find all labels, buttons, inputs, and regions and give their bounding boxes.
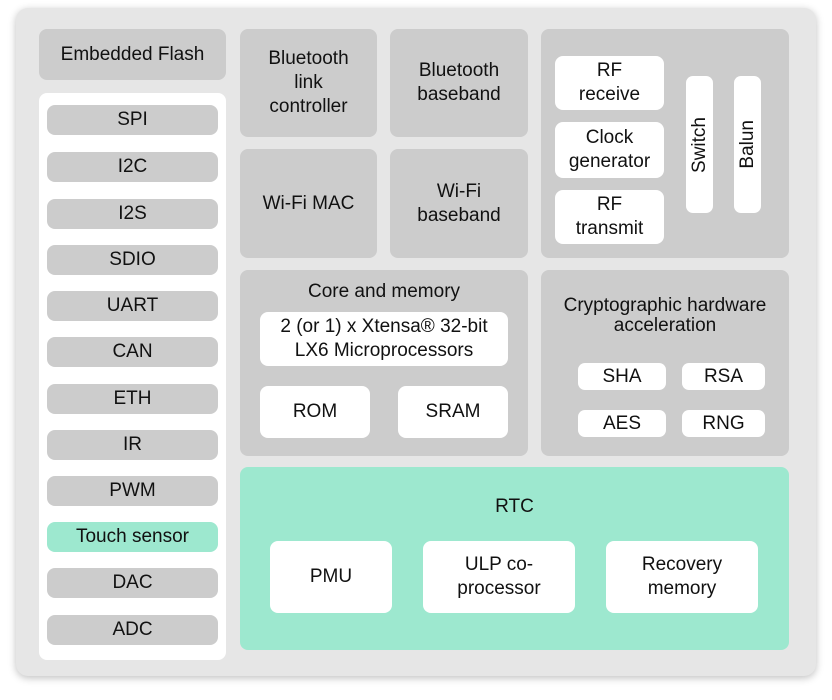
recovery-memory: Recovery memory xyxy=(606,541,758,613)
peripheral-sdio: SDIO xyxy=(47,245,218,275)
peripheral-i2s: I2S xyxy=(47,199,218,229)
peripheral-eth: ETH xyxy=(47,384,218,414)
peripheral-can: CAN xyxy=(47,337,218,367)
aes: AES xyxy=(578,410,666,437)
balun: Balun xyxy=(734,76,761,213)
rng: RNG xyxy=(682,410,765,437)
peripheral-dac: DAC xyxy=(47,568,218,598)
sha: SHA xyxy=(578,363,666,390)
bluetooth-baseband: Bluetooth baseband xyxy=(390,29,528,137)
rom: ROM xyxy=(260,386,370,438)
switch: Switch xyxy=(686,76,713,213)
switch-label: Switch xyxy=(688,116,710,173)
peripheral-adc: ADC xyxy=(47,615,218,645)
wifi-baseband: Wi-Fi baseband xyxy=(390,149,528,258)
microprocessors: 2 (or 1) x Xtensa® 32-bit LX6 Microproce… xyxy=(260,312,508,366)
rf-receive: RF receive xyxy=(555,56,664,110)
peripheral-touch-sensor: Touch sensor xyxy=(47,522,218,552)
clock-generator: Clock generator xyxy=(555,122,664,178)
ulp-coprocessor: ULP co-processor xyxy=(423,541,575,613)
bluetooth-link-controller: Bluetooth link controller xyxy=(240,29,377,137)
rsa: RSA xyxy=(682,363,765,390)
peripheral-spi: SPI xyxy=(47,105,218,135)
pmu: PMU xyxy=(270,541,392,613)
rtc-title: RTC xyxy=(495,496,534,517)
rf-transmit: RF transmit xyxy=(555,190,664,244)
crypto-title: Cryptographic hardware acceleration xyxy=(563,295,767,336)
sram: SRAM xyxy=(398,386,508,438)
peripheral-pwm: PWM xyxy=(47,476,218,506)
balun-label: Balun xyxy=(736,120,758,169)
embedded-flash: Embedded Flash xyxy=(39,29,226,80)
peripheral-uart: UART xyxy=(47,291,218,321)
peripheral-ir: IR xyxy=(47,430,218,460)
wifi-mac: Wi-Fi MAC xyxy=(240,149,377,258)
peripheral-i2c: I2C xyxy=(47,152,218,182)
core-title: Core and memory xyxy=(307,281,461,302)
